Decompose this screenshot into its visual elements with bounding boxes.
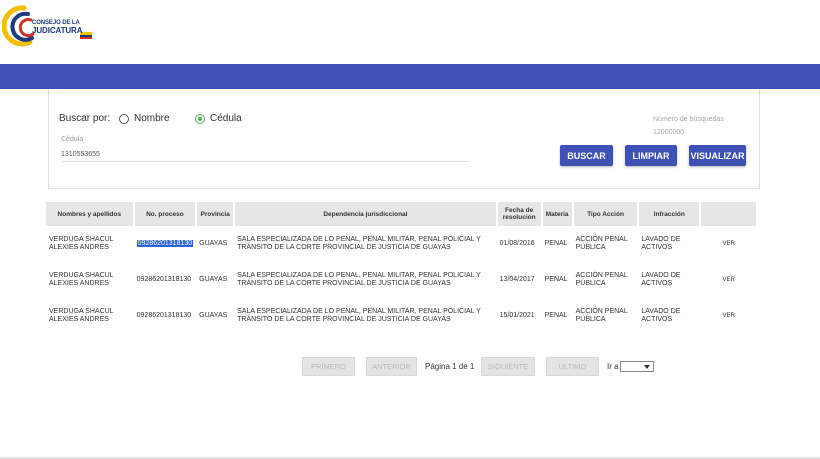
cell-tipo: ACCIÓN PENAL PÚBLICA <box>575 272 628 287</box>
cell-infraccion: LAVADO DE ACTIVOS <box>641 308 681 323</box>
goto-page-select[interactable] <box>620 361 654 372</box>
radio-cedula-label: Cédula <box>210 113 242 124</box>
view-link[interactable]: VER <box>700 226 757 262</box>
logo-line-2: JUDICATURA <box>32 26 83 35</box>
visualize-button[interactable]: VISUALIZAR <box>689 145 746 166</box>
cell-infraccion: LAVADO DE ACTIVOS <box>641 272 681 287</box>
radio-circle-checked-icon[interactable] <box>195 113 205 124</box>
cell-provincia: GUAYAS <box>199 240 228 247</box>
cell-tipo: ACCIÓN PENAL PÚBLICA <box>575 308 628 323</box>
page-indicator: Página 1 de 1 <box>425 362 475 371</box>
table-row: VERDUGA SHACUL ALEXIES ANDRES 0928620131… <box>46 298 757 334</box>
table-row: VERDUGA SHACUL ALEXIES ANDRES 0928620131… <box>46 262 757 298</box>
cell-dependencia: SALA ESPECIALIZADA DE LO PENAL, PENAL MI… <box>237 272 481 287</box>
cell-proceso[interactable]: 09286201318130 <box>134 226 197 262</box>
cell-fecha: 01/08/2016 <box>499 240 535 247</box>
search-count-value: 12000000 <box>653 129 685 136</box>
cell-nombre: VERDUGA SHACUL ALEXIES ANDRES <box>49 236 114 251</box>
radio-circle-icon[interactable] <box>119 113 129 124</box>
cell-nombre: VERDUGA SHACUL ALEXIES ANDRES <box>49 308 114 323</box>
cell-dependencia: SALA ESPECIALIZADA DE LO PENAL, PENAL MI… <box>237 308 481 323</box>
goto-label: Ir a <box>607 362 619 371</box>
view-link[interactable]: VER <box>700 262 757 298</box>
logo-text: CONSEJO DE LA JUDICATURA <box>32 20 83 35</box>
cell-fecha: 13/04/2017 <box>499 276 535 283</box>
cell-materia: PENAL <box>544 240 568 247</box>
previous-page-button[interactable]: ANTERIOR <box>366 357 417 376</box>
table-row: VERDUGA SHACUL ALEXIES ANDRES 0928620131… <box>46 226 757 262</box>
last-page-button[interactable]: ULTIMO <box>546 357 599 376</box>
cell-proceso[interactable]: 09286201318130 <box>134 298 197 334</box>
cell-proceso-text[interactable]: 09286201318130 <box>136 240 194 247</box>
col-dependencia: Dependencia jurisdiccional <box>234 202 498 226</box>
radio-nombre-label: Nombre <box>134 113 170 124</box>
cell-tipo: ACCIÓN PENAL PÚBLICA <box>575 236 628 251</box>
view-link[interactable]: VER <box>700 298 757 334</box>
col-materia: Materia <box>541 202 574 226</box>
results-table: Nombres y apellidos No. proceso Provinci… <box>46 202 758 334</box>
cell-dependencia: SALA ESPECIALIZADA DE LO PENAL, PENAL MI… <box>237 236 481 251</box>
site-header: CONSEJO DE LA JUDICATURA <box>0 0 820 64</box>
clear-button[interactable]: LIMPIAR <box>625 145 677 166</box>
col-fecha: Fecha de resolución <box>496 202 543 226</box>
col-nombres: Nombres y apellidos <box>46 202 135 226</box>
cell-provincia: GUAYAS <box>199 276 228 283</box>
cedula-field-label: Cédula <box>61 136 84 143</box>
cell-nombre: VERDUGA SHACUL ALEXIES ANDRES <box>49 272 114 287</box>
col-provincia: Provincia <box>196 202 236 226</box>
search-count-label: Número de búsquedas <box>653 116 724 123</box>
col-accion <box>700 202 758 226</box>
nav-bar <box>0 64 820 89</box>
next-page-button[interactable]: SIGUIENTE <box>481 357 535 376</box>
col-proceso: No. proceso <box>133 202 198 226</box>
search-button[interactable]: BUSCAR <box>560 145 613 166</box>
cell-fecha: 15/01/2021 <box>499 312 535 319</box>
radio-nombre[interactable]: Nombre <box>119 113 170 124</box>
cell-proceso[interactable]: 09286201318130 <box>134 262 197 298</box>
cell-materia: PENAL <box>544 312 568 319</box>
col-infraccion: Infracción <box>638 202 702 226</box>
col-tipo-accion: Tipo Acción <box>572 202 640 226</box>
radio-cedula[interactable]: Cédula <box>195 113 242 124</box>
search-by-label: Buscar por: <box>59 113 111 124</box>
cell-provincia: GUAYAS <box>199 312 228 319</box>
cell-materia: PENAL <box>544 276 568 283</box>
search-panel: Buscar por: Nombre Cédula Cédula Número … <box>48 89 760 189</box>
cedula-input[interactable] <box>61 148 469 162</box>
cell-infraccion: LAVADO DE ACTIVOS <box>641 236 681 251</box>
first-page-button[interactable]: PRIMERO <box>302 357 355 376</box>
table-header-row: Nombres y apellidos No. proceso Provinci… <box>46 202 758 226</box>
